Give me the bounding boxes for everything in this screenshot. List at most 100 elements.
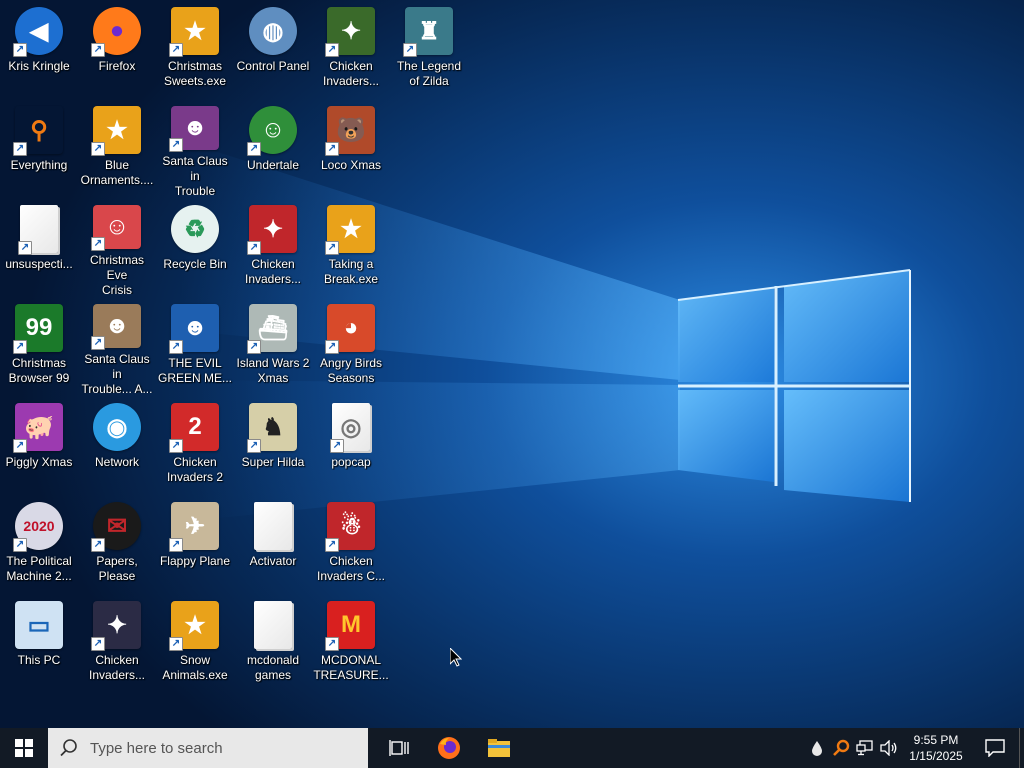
desktop-icon-label: This PC (17, 653, 61, 667)
desktop-icon[interactable]: ● ↗ Firefox (78, 0, 156, 96)
desktop-icon[interactable]: ☺ ↗ Christmas Eve Crisis (78, 198, 156, 294)
desktop-icon-label: Super Hilda (241, 455, 305, 469)
desktop-icon[interactable]: ♜ ↗ The Legend of Zilda (390, 0, 468, 96)
desktop-icon[interactable]: 2020 ↗ The Political Machine 2... (0, 495, 78, 591)
tray-everything-button[interactable] (829, 728, 853, 768)
desktop-icon-label: Angry Birds Seasons (319, 356, 383, 385)
icon-glyph: ♞ (262, 413, 284, 441)
folder-icon (488, 739, 510, 757)
desktop-icon[interactable]: 99 ↗ Christmas Browser 99 (0, 297, 78, 393)
desktop-icon-image: ● ↗ (91, 7, 141, 57)
shortcut-arrow-icon: ↗ (247, 142, 261, 156)
desktop-icon-label: The Legend of Zilda (396, 59, 462, 88)
desktop-icon-label: Snow Animals.exe (162, 653, 228, 682)
desktop-icon-label: Christmas Sweets.exe (163, 59, 227, 88)
desktop-icon[interactable]: ☻ ↗ Santa Claus in Trouble (156, 99, 234, 195)
desktop-icon-label: Chicken Invaders... (88, 653, 146, 682)
taskbar-firefox-button[interactable] (424, 728, 474, 768)
search-placeholder: Type here to search (90, 739, 223, 757)
shortcut-arrow-icon: ↗ (330, 439, 344, 453)
desktop-icon-label: Island Wars 2 Xmas (236, 356, 310, 385)
shortcut-arrow-icon: ↗ (247, 241, 261, 255)
desktop-icon-image: 🐖 ↗ (13, 403, 63, 453)
shortcut-arrow-icon: ↗ (169, 137, 183, 152)
windows-logo-icon (15, 739, 33, 757)
shortcut-arrow-icon: ↗ (18, 241, 32, 255)
taskbar-file-explorer-button[interactable] (474, 728, 524, 768)
desktop-icon-label: Piggly Xmas (5, 455, 73, 469)
icon-glyph: ★ (106, 116, 128, 144)
desktop-icon-image: 99 ↗ (13, 304, 63, 354)
desktop-icon[interactable]: ↗ unsuspecti... (0, 198, 78, 294)
desktop-icon[interactable]: ★ ↗ Taking a Break.exe (312, 198, 390, 294)
desktop-icon[interactable]: ✈ ↗ Flappy Plane (156, 495, 234, 591)
desktop-icon[interactable]: ◀ ↗ Kris Kringle (0, 0, 78, 96)
desktop-icon[interactable]: ◍ Control Panel (234, 0, 312, 96)
icon-glyph: ✉ (106, 512, 128, 540)
tray-water-drop-button[interactable] (805, 728, 829, 768)
shortcut-arrow-icon: ↗ (325, 241, 339, 255)
desktop-icon-image: 2020 ↗ (13, 502, 63, 552)
icon-glyph: 2020 (23, 518, 55, 534)
action-center-button[interactable] (971, 728, 1019, 768)
desktop-icon-image: ☺ ↗ (247, 106, 297, 156)
tray-network-button[interactable] (853, 728, 877, 768)
desktop-icon[interactable]: ☻ ↗ THE EVIL GREEN ME... (156, 297, 234, 393)
desktop-icon[interactable]: ◎ ↗ popcap (312, 396, 390, 492)
icon-glyph: ☺ (260, 116, 286, 143)
desktop-icon[interactable]: ✦ ↗ Chicken Invaders... (78, 594, 156, 690)
desktop-icon[interactable]: ★ ↗ Christmas Sweets.exe (156, 0, 234, 96)
desktop-icon[interactable]: M ↗ MCDONAL TREASURE... (312, 594, 390, 690)
desktop[interactable]: ◀ ↗ Kris Kringle ⚲ ↗ Everything ↗ unsuspecti...… (0, 0, 1024, 728)
desktop-icon[interactable]: 🐻 ↗ Loco Xmas (312, 99, 390, 195)
everything-search-icon (833, 739, 850, 756)
desktop-icon[interactable]: ⚲ ↗ Everything (0, 99, 78, 195)
desktop-icon[interactable]: ⛴ ↗ Island Wars 2 Xmas (234, 297, 312, 393)
desktop-icon-label: popcap (331, 455, 371, 469)
shortcut-arrow-icon: ↗ (169, 637, 183, 651)
task-view-button[interactable] (374, 728, 424, 768)
start-button[interactable] (0, 728, 48, 768)
desktop-icon[interactable]: ♞ ↗ Super Hilda (234, 396, 312, 492)
desktop-icon[interactable]: ☺ ↗ Undertale (234, 99, 312, 195)
desktop-icon[interactable]: ◉ Network (78, 396, 156, 492)
desktop-icon-image: ☻ ↗ (91, 304, 141, 350)
desktop-icon-label: Christmas Eve Crisis (89, 252, 144, 294)
water-drop-icon (812, 741, 822, 756)
desktop-icon[interactable]: mcdonald games (234, 594, 312, 690)
desktop-icon[interactable]: ✦ ↗ Chicken Invaders... (234, 198, 312, 294)
desktop-icon-image: ▭ (15, 601, 63, 649)
show-desktop-button[interactable] (1019, 728, 1024, 768)
shortcut-arrow-icon: ↗ (325, 142, 339, 156)
desktop-icon[interactable]: ▭ This PC (0, 594, 78, 690)
shortcut-arrow-icon: ↗ (91, 236, 105, 251)
desktop-icon[interactable]: ✦ ↗ Chicken Invaders... (312, 0, 390, 96)
shortcut-arrow-icon: ↗ (13, 538, 27, 552)
desktop-icon[interactable]: 🐖 ↗ Piggly Xmas (0, 396, 78, 492)
desktop-icon[interactable]: ☃ ↗ Chicken Invaders C... (312, 495, 390, 591)
icon-glyph: ◉ (106, 413, 128, 441)
desktop-icon[interactable]: ★ ↗ Blue Ornaments.... (78, 99, 156, 195)
desktop-icon[interactable]: ★ ↗ Snow Animals.exe (156, 594, 234, 690)
desktop-icon[interactable]: Activator (234, 495, 312, 591)
taskbar-clock[interactable]: 9:55 PM 1/15/2025 (901, 728, 971, 768)
desktop-icon-image: ◕ ↗ (325, 304, 375, 354)
icon-glyph: ● (109, 17, 125, 44)
desktop-icon[interactable]: ♻ Recycle Bin (156, 198, 234, 294)
desktop-icon[interactable]: ◕ ↗ Angry Birds Seasons (312, 297, 390, 393)
search-box[interactable]: Type here to search (48, 728, 368, 768)
shortcut-arrow-icon: ↗ (325, 637, 339, 651)
shortcut-arrow-icon: ↗ (91, 538, 105, 552)
icon-glyph: M (341, 611, 361, 638)
shortcut-arrow-icon: ↗ (13, 142, 27, 156)
desktop-icon[interactable]: 2 ↗ Chicken Invaders 2 (156, 396, 234, 492)
desktop-icon-label: Chicken Invaders... (322, 59, 380, 88)
icon-glyph: 2 (188, 413, 202, 440)
desktop-icon-image (254, 502, 292, 550)
icon-glyph: ☺ (104, 212, 130, 240)
icon-glyph: ⚲ (30, 116, 48, 144)
desktop-icon[interactable]: ✉ ↗ Papers, Please (78, 495, 156, 591)
desktop-icon[interactable]: ☻ ↗ Santa Claus in Trouble... A... (78, 297, 156, 393)
desktop-icon-image: ⚲ ↗ (13, 106, 63, 156)
tray-volume-button[interactable] (877, 728, 901, 768)
